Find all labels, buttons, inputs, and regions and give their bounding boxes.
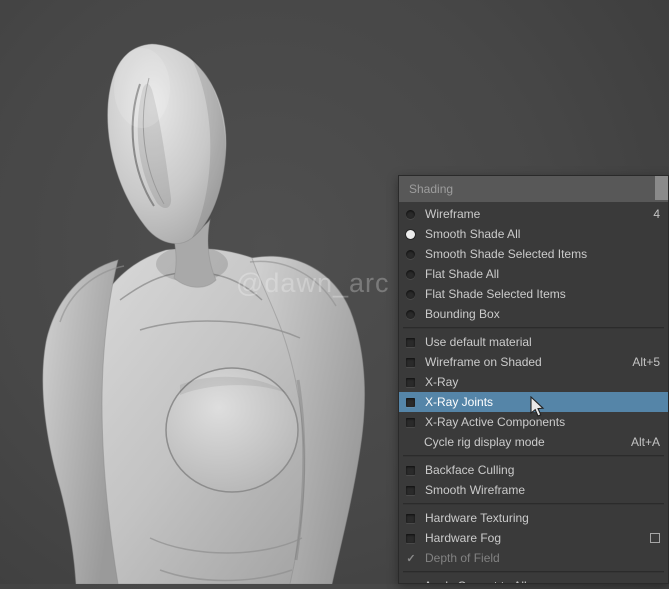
menu-item-bounding-box[interactable]: Bounding Box: [399, 304, 668, 324]
shading-menu: Shading Wireframe 4 Smooth Shade All Smooth…: [398, 175, 669, 584]
menu-item-label: Hardware Texturing: [425, 511, 529, 525]
menu-item-label: Smooth Wireframe: [425, 483, 526, 497]
checkbox-icon: [406, 465, 415, 475]
menu-item-flat-shade-all[interactable]: Flat Shade All: [399, 264, 668, 284]
menu-item-x-ray-joints[interactable]: X-Ray Joints: [399, 392, 668, 412]
menu-item-label: Wireframe: [425, 207, 481, 221]
menu-item-label: Flat Shade All: [425, 267, 500, 281]
option-box-icon[interactable]: [650, 533, 660, 543]
menu-item-label: Apply Current to All: [424, 579, 660, 583]
menu-item-label: Depth of Field: [425, 551, 500, 565]
radio-icon: [406, 209, 415, 219]
shortcut-label: Alt+A: [630, 435, 660, 449]
checkbox-icon: [406, 337, 415, 347]
menu-header-corner: [655, 176, 668, 200]
menu-item-label: Bounding Box: [425, 307, 500, 321]
menu-separator: [403, 571, 664, 573]
menu-item-label: X-Ray Joints: [425, 395, 494, 409]
menu-item-smooth-shade-selected-items[interactable]: Smooth Shade Selected Items: [399, 244, 668, 264]
checkbox-icon: [406, 513, 415, 523]
checkmark-icon: ✓: [406, 552, 416, 565]
shortcut-label: Alt+5: [632, 355, 660, 369]
menu-item-label: X-Ray Active Components: [425, 415, 566, 429]
checkbox-icon: [406, 417, 415, 427]
menu-separator: [403, 503, 664, 505]
menu-item-flat-shade-selected-items[interactable]: Flat Shade Selected Items: [399, 284, 668, 304]
menu-item-label: Flat Shade Selected Items: [425, 287, 566, 301]
menu-title: Shading: [409, 182, 454, 196]
menu-item-wireframe-on-shaded[interactable]: Wireframe on Shaded Alt+5: [399, 352, 668, 372]
menu-item-label: Smooth Shade All: [425, 227, 521, 241]
menu-separator: [403, 455, 664, 457]
menu-item-label: Smooth Shade Selected Items: [425, 247, 588, 261]
model-head-highlight: [114, 48, 170, 128]
menu-item-apply-current-to-all[interactable]: Apply Current to All: [399, 576, 668, 583]
menu-item-x-ray-active-components[interactable]: X-Ray Active Components: [399, 412, 668, 432]
menu-item-smooth-wireframe[interactable]: Smooth Wireframe: [399, 480, 668, 500]
menu-item-label: X-Ray: [425, 375, 459, 389]
radio-icon: [406, 249, 415, 259]
menu-item-label: Backface Culling: [425, 463, 515, 477]
menu-item-label: Hardware Fog: [425, 531, 502, 545]
radio-icon: [406, 289, 415, 299]
checkbox-icon: [406, 533, 415, 543]
radio-checked-icon: [406, 229, 415, 239]
menu-item-backface-culling[interactable]: Backface Culling: [399, 460, 668, 480]
menu-item-hardware-texturing[interactable]: Hardware Texturing: [399, 508, 668, 528]
menu-item-smooth-shade-all[interactable]: Smooth Shade All: [399, 224, 668, 244]
menu-item-hardware-fog[interactable]: Hardware Fog: [399, 528, 668, 548]
menu-separator: [403, 327, 664, 329]
checkbox-icon: [406, 357, 415, 367]
menu-item-wireframe[interactable]: Wireframe 4: [399, 204, 668, 224]
menu-item-depth-of-field[interactable]: ✓ Depth of Field: [399, 548, 668, 568]
spacer-icon: [405, 580, 417, 583]
menu-item-cycle-rig-display-mode[interactable]: Cycle rig display mode Alt+A: [399, 432, 668, 452]
menu-item-label: Wireframe on Shaded: [425, 355, 542, 369]
menu-item-use-default-material[interactable]: Use default material: [399, 332, 668, 352]
checkbox-icon: [406, 377, 415, 387]
menu-item-label: Use default material: [425, 335, 532, 349]
shortcut-label: 4: [653, 207, 660, 221]
menu-item-label: Cycle rig display mode: [424, 435, 545, 449]
radio-icon: [406, 269, 415, 279]
radio-icon: [406, 309, 415, 319]
checkbox-icon: [406, 485, 415, 495]
checkbox-icon: [406, 397, 415, 407]
menu-item-x-ray[interactable]: X-Ray: [399, 372, 668, 392]
spacer-icon: [405, 436, 417, 448]
menu-items: Wireframe 4 Smooth Shade All Smooth Shade S…: [399, 202, 668, 583]
menu-header[interactable]: Shading: [399, 176, 668, 202]
watermark-text: @dawn_arc: [236, 268, 390, 298]
